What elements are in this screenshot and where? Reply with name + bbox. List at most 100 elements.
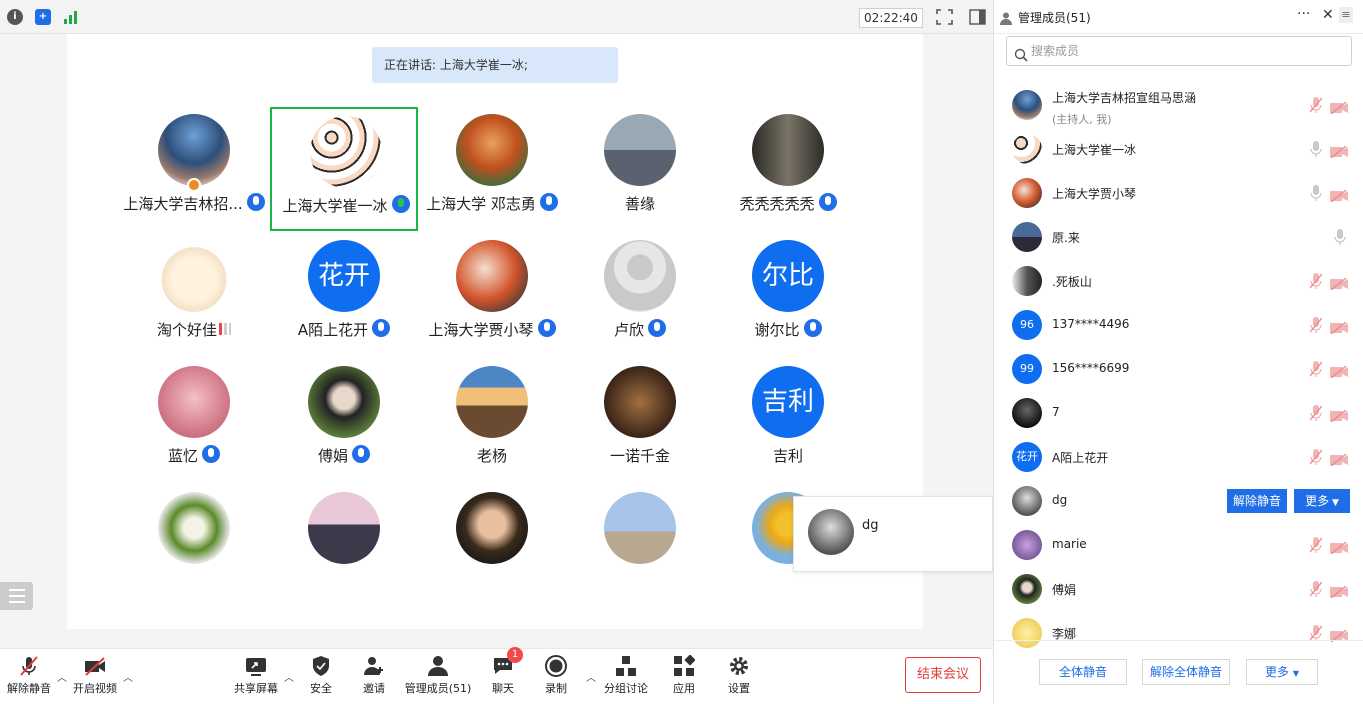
info-icon[interactable]: i bbox=[7, 9, 23, 25]
participant-name-text: 傅娟 bbox=[317, 447, 348, 465]
chevron-up-icon[interactable]: ︿ bbox=[586, 669, 596, 684]
end-meeting-button[interactable]: 结束会议 bbox=[905, 657, 981, 693]
mic-muted-icon[interactable] bbox=[1309, 449, 1323, 465]
participant-tile[interactable]: 上海大学 邓志勇 bbox=[418, 107, 566, 231]
more-button[interactable]: 更多 ▼ bbox=[1246, 659, 1318, 685]
participant-tile[interactable]: 一诺千金 bbox=[566, 359, 714, 483]
mic-muted-icon[interactable] bbox=[1309, 581, 1323, 597]
participant-tile[interactable]: 上海大学吉林招... bbox=[120, 107, 268, 231]
member-unmute-button[interactable]: 解除静音 bbox=[1227, 489, 1287, 513]
shield-icon[interactable]: + bbox=[35, 9, 51, 25]
chevron-up-icon[interactable]: ︿ bbox=[123, 669, 133, 684]
shield-icon bbox=[310, 655, 332, 677]
mic-muted-icon[interactable] bbox=[1309, 405, 1323, 421]
participant-name-text: 吉利 bbox=[772, 447, 803, 465]
video-off-icon[interactable] bbox=[1330, 583, 1348, 599]
mic-muted-icon[interactable] bbox=[1309, 625, 1323, 641]
member-row[interactable]: 上海大学吉林招宣组马思涵 (主持人, 我) bbox=[994, 83, 1363, 127]
member-row[interactable]: 99 156****6699 bbox=[994, 347, 1363, 391]
participant-tile[interactable] bbox=[566, 485, 714, 609]
video-off-icon[interactable] bbox=[1330, 99, 1348, 115]
mic-muted-icon[interactable] bbox=[1309, 317, 1323, 333]
participant-tile[interactable]: 上海大学崔一冰 bbox=[270, 107, 418, 231]
participant-tile[interactable]: 上海大学贾小琴 bbox=[418, 233, 566, 357]
participant-tile[interactable]: 花开 A陌上花开 bbox=[270, 233, 418, 357]
security-button[interactable]: 安全 bbox=[306, 655, 336, 696]
video-off-icon[interactable] bbox=[1330, 187, 1348, 203]
mic-muted-icon[interactable] bbox=[1309, 273, 1323, 289]
mic-muted-icon[interactable] bbox=[1309, 537, 1323, 553]
manage-members-button[interactable]: 管理成员(51) bbox=[404, 655, 472, 696]
participant-tile[interactable]: 淘个好佳 bbox=[120, 233, 268, 357]
video-off-icon[interactable] bbox=[1330, 407, 1348, 423]
mic-icon[interactable] bbox=[1310, 141, 1322, 157]
settings-button[interactable]: 设置 bbox=[726, 655, 752, 696]
video-off-icon[interactable] bbox=[1330, 319, 1348, 335]
avatar bbox=[1012, 90, 1042, 120]
participant-tile[interactable]: 尔比 谢尔比 bbox=[714, 233, 862, 357]
member-row[interactable]: 上海大学贾小琴 bbox=[994, 171, 1363, 215]
member-name: 156****6699 bbox=[1052, 361, 1130, 375]
mic-icon[interactable] bbox=[1334, 229, 1346, 245]
participant-name-text: 蓝忆 bbox=[167, 447, 198, 465]
member-row[interactable]: .死板山 bbox=[994, 259, 1363, 303]
member-row[interactable]: 原.来 bbox=[994, 215, 1363, 259]
chevron-up-icon[interactable]: ︿ bbox=[57, 669, 67, 684]
mic-icon[interactable] bbox=[1310, 185, 1322, 201]
participant-name-text: 上海大学贾小琴 bbox=[428, 321, 534, 339]
apps-button[interactable]: 应用 bbox=[671, 654, 697, 696]
video-off-icon[interactable] bbox=[1330, 539, 1348, 555]
participant-name: 老杨 bbox=[418, 445, 566, 466]
member-more-button[interactable]: 更多 ▼ bbox=[1294, 489, 1350, 513]
participant-tile[interactable]: 傅娟 bbox=[270, 359, 418, 483]
invite-button[interactable]: 邀请 bbox=[359, 655, 389, 696]
member-row[interactable]: 7 bbox=[994, 391, 1363, 435]
participant-tile[interactable]: 蓝忆 bbox=[120, 359, 268, 483]
video-off-icon[interactable] bbox=[1330, 275, 1348, 291]
member-row[interactable]: 花开 A陌上花开 bbox=[994, 435, 1363, 479]
share-screen-button[interactable]: 共享屏幕 bbox=[233, 655, 279, 696]
chat-button[interactable]: 1 聊天 bbox=[490, 647, 523, 696]
video-off-icon[interactable] bbox=[1330, 143, 1348, 159]
participant-tile[interactable] bbox=[120, 485, 268, 609]
close-icon[interactable]: ✕ bbox=[1322, 7, 1334, 23]
participant-name-text: 善缘 bbox=[624, 195, 655, 213]
signal-icon[interactable] bbox=[62, 10, 80, 24]
layout-icon[interactable] bbox=[969, 9, 986, 25]
member-row[interactable]: dg 解除静音 更多 ▼ bbox=[994, 479, 1363, 523]
chevron-up-icon[interactable]: ︿ bbox=[284, 669, 294, 684]
participant-name-text: 一诺千金 bbox=[609, 447, 670, 465]
member-row[interactable]: 上海大学崔一冰 bbox=[994, 127, 1363, 171]
avatar bbox=[1012, 178, 1042, 208]
list-toggle-button[interactable] bbox=[0, 582, 33, 610]
member-list-scrollbar[interactable] bbox=[1356, 34, 1362, 640]
person-icon bbox=[1000, 10, 1012, 25]
record-button[interactable]: 录制 bbox=[543, 655, 569, 696]
member-row[interactable]: marie bbox=[994, 523, 1363, 567]
video-off-icon[interactable] bbox=[1330, 363, 1348, 379]
search-members-input[interactable]: 搜索成员 bbox=[1006, 36, 1352, 66]
avatar bbox=[604, 366, 676, 438]
mic-muted-icon[interactable] bbox=[1309, 361, 1323, 377]
participant-tile[interactable]: 善缘 bbox=[566, 107, 714, 231]
video-off-icon[interactable] bbox=[1330, 451, 1348, 467]
avatar: 花开 bbox=[308, 240, 380, 312]
fullscreen-icon[interactable] bbox=[936, 9, 953, 25]
start-video-button[interactable]: 开启视频 bbox=[72, 655, 118, 696]
mute-all-button[interactable]: 全体静音 bbox=[1039, 659, 1127, 685]
video-off-icon[interactable] bbox=[1330, 627, 1348, 643]
participant-tile[interactable] bbox=[418, 485, 566, 609]
participant-tile[interactable]: 吉利 吉利 bbox=[714, 359, 862, 483]
more-options-icon[interactable]: ··· bbox=[1297, 6, 1310, 22]
participant-tile[interactable] bbox=[270, 485, 418, 609]
breakout-button[interactable]: 分组讨论 bbox=[602, 655, 650, 696]
participant-tile[interactable]: 卢欣 bbox=[566, 233, 714, 357]
unmute-all-button[interactable]: 解除全体静音 bbox=[1142, 659, 1230, 685]
member-row[interactable]: 傅娟 bbox=[994, 567, 1363, 611]
unmute-button[interactable]: 解除静音 bbox=[6, 655, 52, 696]
mic-muted-icon[interactable] bbox=[1309, 97, 1323, 113]
participant-tile[interactable]: 秃秃秃秃秃 bbox=[714, 107, 862, 231]
menu-icon[interactable]: ≡ bbox=[1339, 7, 1353, 23]
member-row[interactable]: 96 137****4496 bbox=[994, 303, 1363, 347]
participant-tile[interactable]: 老杨 bbox=[418, 359, 566, 483]
